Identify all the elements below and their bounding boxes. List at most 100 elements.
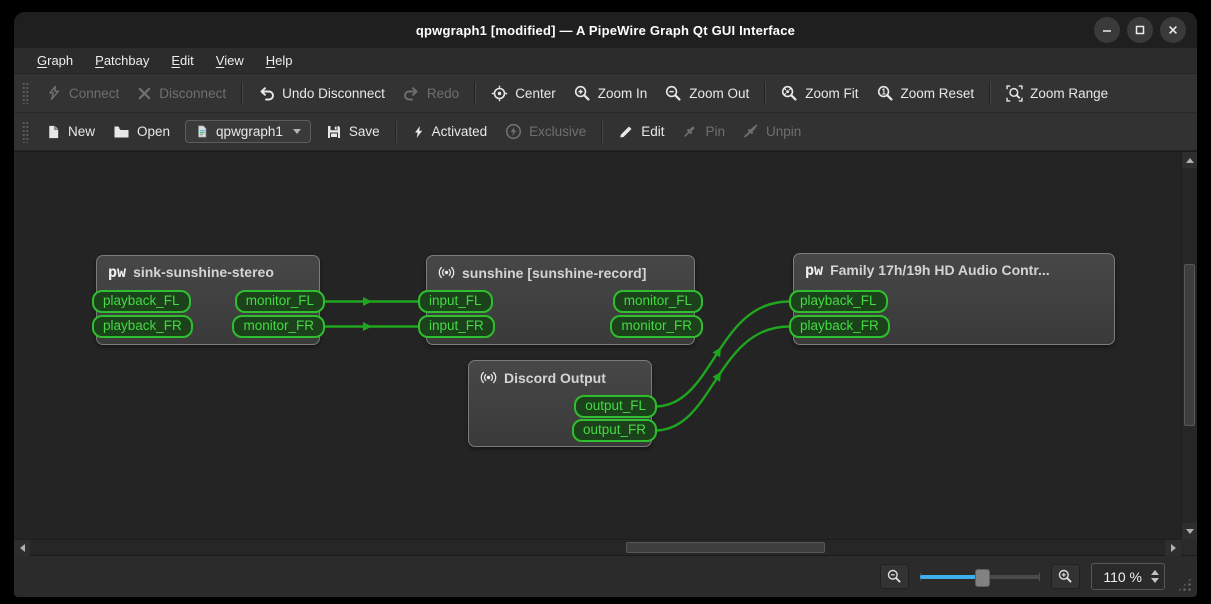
title-bar[interactable]: qpwgraph1 [modified] — A PipeWire Graph … bbox=[14, 12, 1197, 48]
zoom-fit-button[interactable]: Zoom Fit bbox=[772, 80, 867, 107]
new-file-icon bbox=[49, 125, 59, 138]
scroll-right-button[interactable] bbox=[1165, 540, 1181, 556]
toolbar-separator bbox=[474, 82, 477, 104]
disconnect-button[interactable]: Disconnect bbox=[128, 81, 235, 106]
patchbay-select-value: qpwgraph1 bbox=[216, 124, 283, 139]
horizontal-scroll-track[interactable] bbox=[30, 540, 1165, 555]
connect-icon bbox=[49, 85, 60, 100]
zoom-in-icon bbox=[574, 85, 590, 101]
menu-bar: Graph Patchbay Edit View Help bbox=[14, 48, 1197, 74]
scroll-left-button[interactable] bbox=[14, 540, 30, 556]
close-button[interactable] bbox=[1160, 17, 1186, 43]
vertical-scroll-thumb[interactable] bbox=[1184, 264, 1195, 426]
minimize-button[interactable] bbox=[1094, 17, 1120, 43]
toolbar-drag-handle[interactable] bbox=[22, 82, 29, 104]
maximize-button[interactable] bbox=[1127, 17, 1153, 43]
unpin-button[interactable]: Unpin bbox=[734, 119, 810, 145]
menu-graph[interactable]: Graph bbox=[28, 51, 82, 70]
zoom-reset-button[interactable]: 1 Zoom Reset bbox=[868, 80, 984, 107]
save-button[interactable]: Save bbox=[317, 119, 389, 145]
zoom-fit-icon bbox=[782, 85, 797, 101]
port-playback-fl[interactable]: playback_FL bbox=[789, 290, 888, 313]
port-monitor-fl[interactable]: monitor_FL bbox=[612, 290, 703, 313]
port-input-fr[interactable]: input_FR bbox=[418, 315, 495, 338]
svg-text:1: 1 bbox=[881, 87, 886, 96]
disconnect-icon bbox=[138, 87, 151, 99]
arrowhead bbox=[712, 371, 722, 382]
audio-stream-icon bbox=[438, 266, 455, 279]
port-output-fl[interactable]: output_FL bbox=[574, 395, 657, 418]
triangle-down-icon bbox=[1186, 528, 1194, 534]
zoom-slider-fill bbox=[920, 574, 982, 579]
spin-up-icon[interactable] bbox=[1151, 570, 1159, 575]
undo-icon bbox=[260, 87, 275, 101]
pin-button[interactable]: Pin bbox=[673, 119, 734, 145]
window-resize-grip[interactable] bbox=[1177, 577, 1192, 592]
activated-button[interactable]: Activated bbox=[403, 119, 497, 145]
zoom-out-button[interactable]: Zoom Out bbox=[656, 80, 758, 107]
save-icon bbox=[327, 125, 340, 138]
statusbar-zoom-out-button[interactable] bbox=[880, 564, 910, 589]
triangle-right-icon bbox=[1170, 544, 1176, 552]
exclusive-button[interactable]: Exclusive bbox=[496, 118, 595, 145]
window-title: qpwgraph1 [modified] — A PipeWire Graph … bbox=[415, 22, 796, 38]
port-monitor-fl[interactable]: monitor_FL bbox=[234, 290, 325, 313]
open-button[interactable]: Open bbox=[104, 119, 179, 145]
patchbay-select[interactable]: qpwgraph1 bbox=[185, 120, 311, 143]
redo-button[interactable]: Redo bbox=[394, 80, 468, 106]
port-output-fr[interactable]: output_FR bbox=[571, 419, 657, 442]
undo-disconnect-button[interactable]: Undo Disconnect bbox=[249, 80, 394, 106]
vertical-scrollbar bbox=[1181, 152, 1197, 539]
menu-view[interactable]: View bbox=[207, 51, 253, 70]
vertical-scroll-track[interactable] bbox=[1182, 168, 1197, 523]
redo-icon bbox=[403, 87, 418, 101]
triangle-up-icon bbox=[1186, 157, 1194, 163]
scroll-up-button[interactable] bbox=[1182, 152, 1197, 168]
menu-edit[interactable]: Edit bbox=[162, 51, 202, 70]
activated-bolt-icon bbox=[414, 125, 422, 138]
zoom-reset-icon: 1 bbox=[877, 85, 893, 101]
zoom-in-button[interactable]: Zoom In bbox=[565, 80, 657, 107]
arrowhead bbox=[363, 297, 372, 306]
port-input-fl[interactable]: input_FL bbox=[418, 290, 493, 313]
patchbay-file-icon bbox=[198, 125, 207, 138]
close-icon bbox=[1169, 26, 1177, 34]
edit-button[interactable]: Edit bbox=[609, 119, 673, 145]
port-playback-fl[interactable]: playback_FL bbox=[92, 290, 191, 313]
menu-patchbay[interactable]: Patchbay bbox=[86, 51, 158, 70]
scroll-down-button[interactable] bbox=[1182, 523, 1197, 539]
spin-down-icon[interactable] bbox=[1151, 578, 1159, 583]
horizontal-scroll-thumb[interactable] bbox=[626, 542, 825, 553]
port-playback-fr[interactable]: playback_FR bbox=[789, 315, 890, 338]
port-monitor-fr[interactable]: monitor_FR bbox=[232, 315, 325, 338]
pipewire-icon: pw bbox=[805, 260, 824, 278]
zoom-range-icon bbox=[1006, 84, 1023, 102]
statusbar-zoom-in-button[interactable] bbox=[1051, 564, 1081, 589]
triangle-left-icon bbox=[19, 544, 25, 552]
graph-canvas[interactable]: pw sink-sunshine-stereo sunshine [sunshin… bbox=[14, 152, 1181, 539]
connect-button[interactable]: Connect bbox=[37, 80, 128, 106]
toolbar-separator bbox=[764, 82, 767, 104]
zoom-slider-handle[interactable] bbox=[975, 568, 991, 587]
zoom-percent-spinbox[interactable]: 110 % bbox=[1091, 563, 1165, 590]
chevron-down-icon bbox=[292, 129, 301, 134]
canvas-frame: pw sink-sunshine-stereo sunshine [sunshin… bbox=[14, 151, 1197, 556]
open-folder-icon bbox=[114, 126, 129, 137]
graph-toolbar: Connect Disconnect Undo Disconnect Redo … bbox=[14, 74, 1197, 113]
minimize-icon bbox=[1103, 30, 1111, 32]
port-playback-fr[interactable]: playback_FR bbox=[92, 315, 193, 338]
center-button[interactable]: Center bbox=[482, 80, 565, 107]
node-title: Discord Output bbox=[504, 369, 606, 386]
arrowhead bbox=[712, 347, 722, 358]
toolbar-separator bbox=[394, 120, 397, 143]
toolbar-drag-handle[interactable] bbox=[22, 120, 29, 143]
horizontal-scrollbar bbox=[14, 539, 1181, 556]
menu-help[interactable]: Help bbox=[257, 51, 302, 70]
toolbar-separator bbox=[601, 120, 604, 143]
pipewire-icon: pw bbox=[108, 262, 127, 280]
pin-icon bbox=[684, 126, 695, 137]
zoom-range-button[interactable]: Zoom Range bbox=[997, 80, 1117, 107]
zoom-slider[interactable] bbox=[920, 567, 1041, 587]
new-button[interactable]: New bbox=[37, 119, 104, 145]
port-monitor-fr[interactable]: monitor_FR bbox=[610, 315, 703, 338]
